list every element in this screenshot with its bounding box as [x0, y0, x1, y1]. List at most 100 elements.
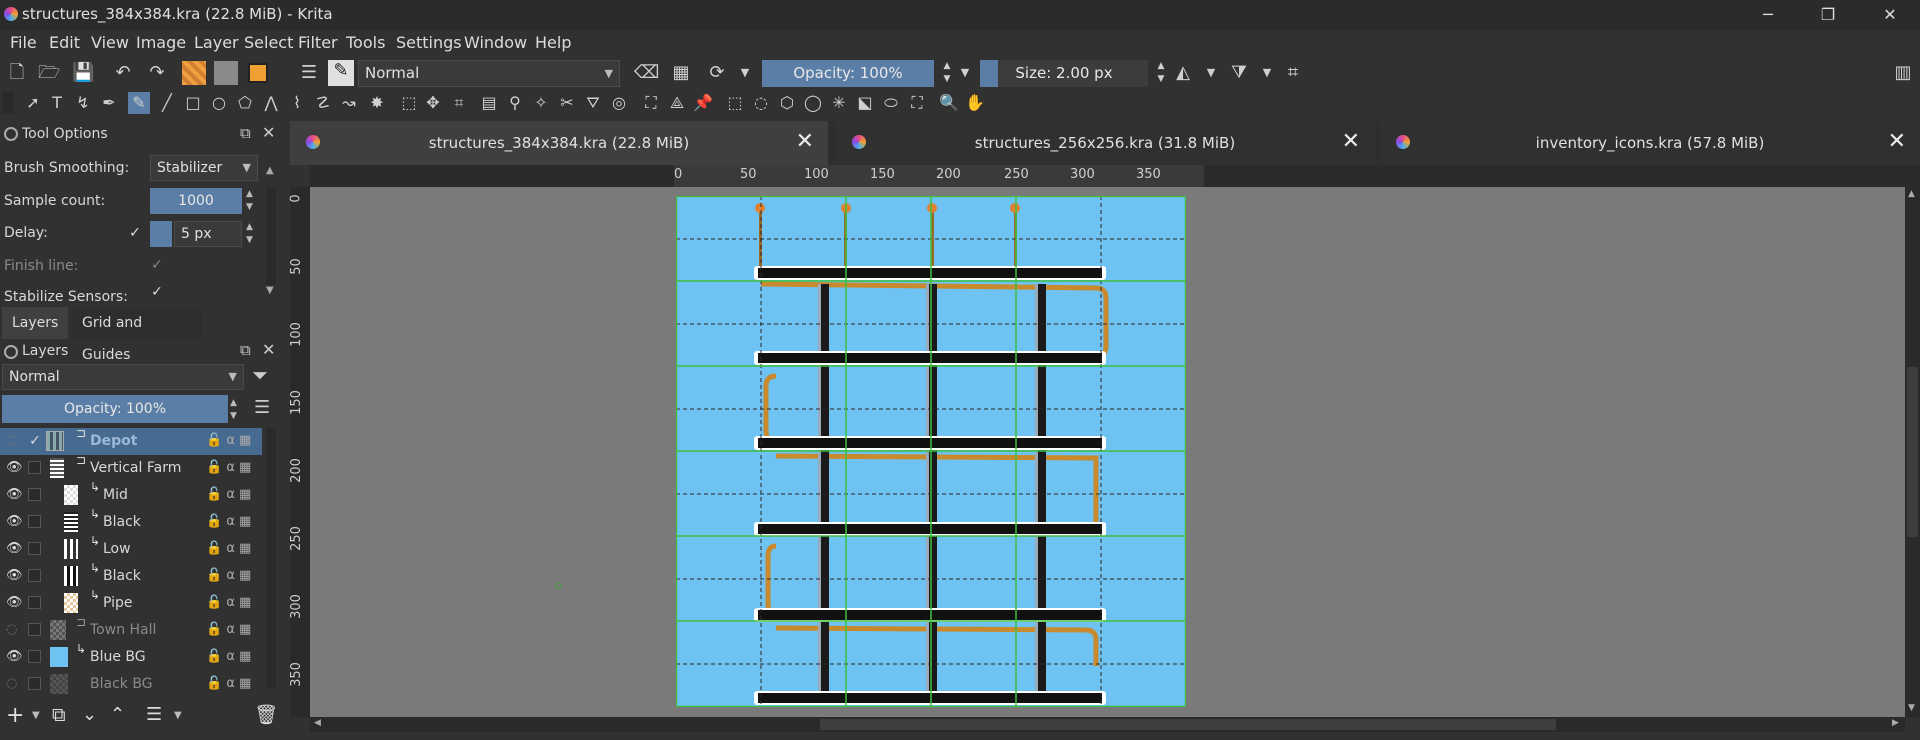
smart-patch-icon[interactable]: ✧	[530, 92, 552, 114]
menu-tools[interactable]: Tools	[346, 33, 385, 52]
document-tab[interactable]: inventory_icons.kra (57.8 MiB) ✕	[1380, 121, 1920, 165]
stabilize-sensors-checkbox[interactable]: ✓	[150, 285, 164, 299]
lock-docker-icon[interactable]	[4, 345, 18, 359]
enclose-fill-icon[interactable]: ◎	[608, 92, 630, 114]
layer-lock-alpha-icons[interactable]: 🔓 α ▦	[206, 649, 251, 664]
magic-wand-icon[interactable]: ✳	[828, 92, 850, 114]
menu-window[interactable]: Window	[464, 33, 527, 52]
move-layer-down-icon[interactable]: ⌄	[82, 704, 97, 725]
toolbox-handle[interactable]	[2, 92, 14, 114]
menu-filter[interactable]: Filter	[298, 33, 338, 52]
delay-input[interactable]: 5 px	[174, 221, 242, 247]
bezier-tool-icon[interactable]: ⌇	[286, 92, 308, 114]
layer-lock-alpha-icons[interactable]: 🔓 α ▦	[206, 595, 251, 610]
mirror-vertical-icon[interactable]: ⧩	[1228, 62, 1250, 84]
gradient-selector-icon[interactable]	[182, 61, 206, 85]
layer-row[interactable]: 👁 ↳ Blue BG 🔓 α ▦	[0, 642, 262, 671]
chevron-down-icon[interactable]: ▼	[1256, 62, 1278, 84]
layer-lock-alpha-icons[interactable]: 🔓 α ▦	[206, 541, 251, 556]
delay-stepper-icon[interactable]: ▲ ▼	[246, 221, 253, 247]
visibility-off-icon[interactable]: ◌	[6, 623, 20, 637]
menu-view[interactable]: View	[91, 33, 129, 52]
size-slider[interactable]: Size: 2.00 px	[980, 60, 1148, 87]
layer-row[interactable]: 👁 ↳ Pipe 🔓 α ▦	[0, 588, 262, 617]
polyline-tool-icon[interactable]: ⋀	[260, 92, 282, 114]
vertical-ruler[interactable]: 0 50 100 150 200 250 300 350	[289, 187, 310, 717]
menu-image[interactable]: Image	[136, 33, 186, 52]
layer-properties-icon[interactable]: ☰	[146, 704, 162, 725]
reload-preset-icon[interactable]: ⟳	[706, 62, 728, 84]
horizontal-scrollbar[interactable]: ◀ ▶	[310, 717, 1905, 732]
gradient-tool-icon[interactable]: ▤	[478, 92, 500, 114]
ellipse-select-icon[interactable]: ◌	[750, 92, 772, 114]
pan-tool-icon[interactable]: ✋	[964, 92, 986, 114]
layer-lock-alpha-icons[interactable]: 🔓 α ▦	[206, 568, 251, 583]
layer-opacity-slider[interactable]: Opacity: 100%	[2, 395, 228, 423]
layer-row[interactable]: ◌ Black BG 🔓 α ▦	[0, 671, 262, 698]
move-layer-up-icon[interactable]: ⌃	[110, 704, 125, 725]
brush-preset-icon[interactable]: ✎	[328, 60, 354, 86]
freehand-select-icon[interactable]: ◯	[802, 92, 824, 114]
finish-line-checkbox[interactable]: ✓	[150, 258, 164, 272]
bezier-select-icon[interactable]: ⬭	[880, 92, 902, 114]
polygon-tool-icon[interactable]: ⬠	[234, 92, 256, 114]
menu-select[interactable]: Select	[244, 33, 293, 52]
layer-lock-alpha-icons[interactable]: 🔓 α ▦	[206, 622, 251, 637]
layer-row[interactable]: ◌ ⊐ Town Hall 🔓 α ▦	[0, 615, 262, 644]
layer-row[interactable]: 👁 ↳ Black 🔓 α ▦	[0, 507, 262, 536]
chevron-down-icon[interactable]: ▼	[174, 710, 182, 721]
polygon-select-icon[interactable]: ⬡	[776, 92, 798, 114]
scroll-right-icon[interactable]: ▶	[1892, 718, 1899, 728]
dynamic-brush-icon[interactable]: ↝	[338, 92, 360, 114]
color-picker-icon[interactable]: ⚲	[504, 92, 526, 114]
undo-icon[interactable]: ↶	[112, 62, 134, 84]
layer-select-checkbox[interactable]	[28, 461, 41, 474]
workspace-icon[interactable]: ▥	[1892, 62, 1914, 84]
layer-select-checkbox[interactable]	[28, 542, 41, 555]
scroll-up-icon[interactable]: ▲	[266, 165, 274, 176]
visibility-on-icon[interactable]: 👁	[6, 488, 23, 502]
multibrush-icon[interactable]: ✸	[366, 92, 388, 114]
layer-lock-alpha-icons[interactable]: 🔓 α ▦	[206, 433, 251, 448]
layer-row[interactable]: ◌ ✓ ⊐ Depot 🔓 α ▦	[0, 426, 262, 455]
visibility-on-icon[interactable]: 👁	[6, 461, 23, 475]
minimize-button[interactable]: ─	[1740, 0, 1796, 30]
layer-opacity-stepper-icon[interactable]: ▲ ▼	[230, 397, 237, 423]
chevron-down-icon[interactable]: ▼	[32, 710, 40, 721]
group-expand-icon[interactable]: ⊐	[76, 615, 86, 629]
layer-select-checkbox[interactable]	[28, 623, 41, 636]
sample-count-slider[interactable]: 1000	[150, 188, 242, 214]
visibility-on-icon[interactable]: 👁	[6, 650, 23, 664]
layer-select-checkbox[interactable]	[28, 569, 41, 582]
colorize-mask-icon[interactable]: ✂	[556, 92, 578, 114]
line-tool-icon[interactable]: ╱	[156, 92, 178, 114]
tab-layers[interactable]: Layers	[2, 307, 68, 339]
rect-select-icon[interactable]: ⬚	[724, 92, 746, 114]
scroll-up-icon[interactable]: ▲	[1908, 189, 1915, 199]
blend-mode-dropdown[interactable]: Normal ▼	[358, 60, 620, 87]
chevron-down-icon[interactable]: ▼	[1200, 62, 1222, 84]
float-docker-icon[interactable]: ⧉	[240, 124, 251, 142]
visibility-on-icon[interactable]: 👁	[6, 515, 23, 529]
visibility-on-icon[interactable]: 👁	[6, 542, 23, 556]
layer-select-checkbox[interactable]	[28, 515, 41, 528]
lock-docker-icon[interactable]	[4, 127, 18, 141]
menu-file[interactable]: File	[10, 33, 37, 52]
sample-count-stepper-icon[interactable]: ▲ ▼	[246, 188, 253, 214]
mirror-horizontal-icon[interactable]: ◭	[1172, 62, 1194, 84]
layer-row[interactable]: 👁 ↳ Mid 🔓 α ▦	[0, 480, 262, 509]
new-document-icon[interactable]: 🗋	[6, 62, 28, 84]
edit-shapes-icon[interactable]: ↯	[72, 92, 94, 114]
scroll-down-icon[interactable]: ▼	[266, 285, 274, 296]
text-tool-icon[interactable]: T	[46, 92, 68, 114]
layer-select-checkbox[interactable]	[28, 677, 41, 690]
save-icon[interactable]: 💾	[72, 62, 94, 84]
magnetic-select-icon[interactable]: ⛶	[906, 92, 928, 114]
close-tab-icon[interactable]: ✕	[1888, 129, 1906, 154]
redo-icon[interactable]: ↷	[146, 62, 168, 84]
size-stepper-icon[interactable]: ▲ ▼	[1150, 60, 1172, 84]
layer-select-checkbox[interactable]: ✓	[28, 434, 42, 448]
document-tab[interactable]: structures_256x256.kra (31.8 MiB) ✕	[836, 121, 1374, 165]
duplicate-layer-icon[interactable]: ⧉	[52, 704, 66, 726]
layer-row[interactable]: 👁 ↳ Black 🔓 α ▦	[0, 561, 262, 590]
